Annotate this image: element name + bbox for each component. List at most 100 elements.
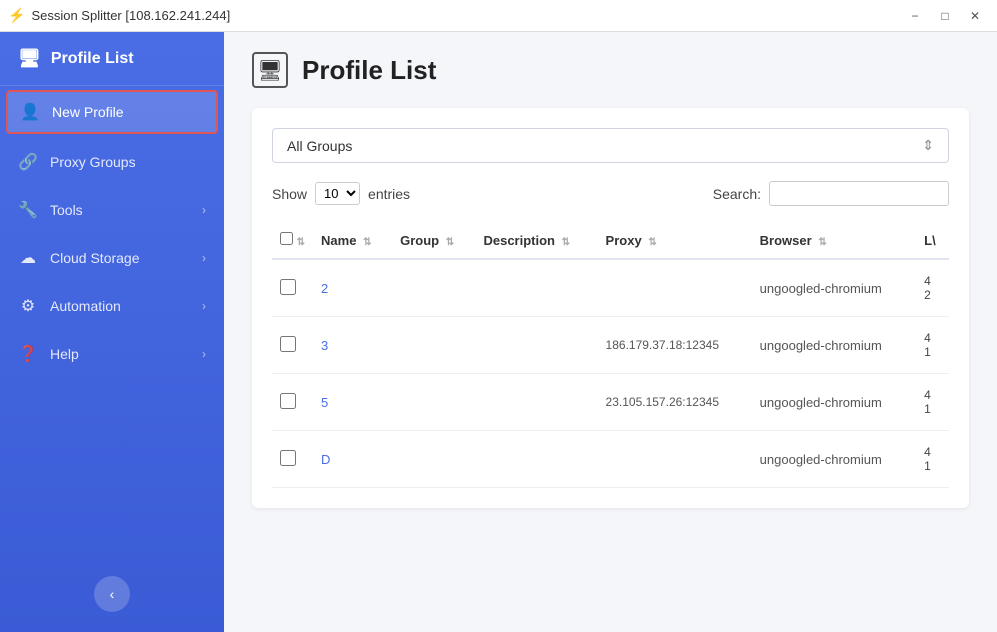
sidebar-item-tools[interactable]: 🔧 Tools › xyxy=(0,186,224,234)
col-description-label: Description xyxy=(483,233,555,248)
main-content: 🖥 Profile List All Groups ⇕ Show 10 25 5… xyxy=(224,32,997,632)
sidebar-item-tools-label: Tools xyxy=(50,202,83,218)
collapse-icon: ‹ xyxy=(110,586,115,602)
sidebar-title-label: Profile List xyxy=(51,50,134,68)
row-last: 4 1 xyxy=(916,431,949,488)
search-input[interactable] xyxy=(769,181,949,206)
th-last: L\ xyxy=(916,222,949,259)
row-group xyxy=(392,259,475,317)
row-description xyxy=(475,317,597,374)
row-name[interactable]: 5 xyxy=(313,374,392,431)
sidebar-title: 🖥 Profile List xyxy=(0,32,224,86)
sort-icon: ⇅ xyxy=(297,237,305,248)
sidebar-item-proxy-groups[interactable]: 🔗 Proxy Groups xyxy=(0,138,224,186)
sidebar-item-help[interactable]: ❓ Help › xyxy=(0,330,224,378)
sidebar-item-new-profile-label: New Profile xyxy=(52,104,124,120)
row-checkbox[interactable] xyxy=(280,279,296,295)
th-group: Group ⇅ xyxy=(392,222,475,259)
sidebar-title-icon: 🖥 xyxy=(18,48,41,69)
th-description: Description ⇅ xyxy=(475,222,597,259)
sidebar-item-help-label: Help xyxy=(50,346,79,362)
col-proxy-label: Proxy xyxy=(606,233,642,248)
row-checkbox[interactable] xyxy=(280,393,296,409)
row-name[interactable]: 2 xyxy=(313,259,392,317)
sidebar-item-new-profile[interactable]: 👤 New Profile xyxy=(6,90,218,134)
sidebar-item-cloud-storage-label: Cloud Storage xyxy=(50,250,140,266)
app-body: 🖥 Profile List 👤 New Profile 🔗 Proxy Gro… xyxy=(0,32,997,632)
group-select-arrow-icon: ⇕ xyxy=(922,137,934,154)
entries-select[interactable]: 10 25 50 xyxy=(315,182,360,205)
row-checkbox-cell xyxy=(272,431,313,488)
page-header: 🖥 Profile List xyxy=(252,52,969,88)
sidebar-item-cloud-storage[interactable]: ☁ Cloud Storage › xyxy=(0,234,224,282)
sidebar-item-automation[interactable]: ⚙ Automation › xyxy=(0,282,224,330)
row-browser: ungoogled-chromium xyxy=(752,317,916,374)
row-description xyxy=(475,374,597,431)
th-proxy: Proxy ⇅ xyxy=(598,222,752,259)
show-label: Show xyxy=(272,186,307,202)
select-all-checkbox[interactable] xyxy=(280,232,293,245)
search-box: Search: xyxy=(713,181,949,206)
th-checkbox: ⇅ xyxy=(272,222,313,259)
table-row: 3 186.179.37.18:12345 ungoogled-chromium… xyxy=(272,317,949,374)
th-browser: Browser ⇅ xyxy=(752,222,916,259)
table-header-row: ⇅ Name ⇅ Group ⇅ Description ⇅ xyxy=(272,222,949,259)
name-sort-icon: ⇅ xyxy=(363,237,371,248)
row-checkbox-cell xyxy=(272,374,313,431)
help-icon: ❓ xyxy=(18,344,38,364)
row-proxy: 23.105.157.26:12345 xyxy=(598,374,752,431)
row-description xyxy=(475,259,597,317)
maximize-button[interactable]: □ xyxy=(931,5,959,27)
table-row: D ungoogled-chromium 4 1 xyxy=(272,431,949,488)
show-entries: Show 10 25 50 entries xyxy=(272,182,410,205)
window-controls: − □ ✕ xyxy=(901,5,989,27)
titlebar: ⚡ Session Splitter [108.162.241.244] − □… xyxy=(0,0,997,32)
row-browser: ungoogled-chromium xyxy=(752,259,916,317)
group-select-value: All Groups xyxy=(287,138,352,154)
sidebar-collapse-button[interactable]: ‹ xyxy=(94,576,130,612)
th-name: Name ⇅ xyxy=(313,222,392,259)
browser-sort-icon: ⇅ xyxy=(818,237,826,248)
minimize-button[interactable]: − xyxy=(901,5,929,27)
row-last: 4 1 xyxy=(916,374,949,431)
row-group xyxy=(392,317,475,374)
proxy-sort-icon: ⇅ xyxy=(648,237,656,248)
titlebar-title: Session Splitter [108.162.241.244] xyxy=(31,8,230,23)
proxy-groups-icon: 🔗 xyxy=(18,152,38,172)
tools-icon: 🔧 xyxy=(18,200,38,220)
sidebar-item-proxy-groups-label: Proxy Groups xyxy=(50,154,136,170)
app-icon: ⚡ xyxy=(8,7,25,24)
col-name-label: Name xyxy=(321,233,356,248)
description-sort-icon: ⇅ xyxy=(562,237,570,248)
col-browser-label: Browser xyxy=(760,233,812,248)
row-group xyxy=(392,431,475,488)
monitor-icon: 🖥 xyxy=(257,58,282,83)
sidebar-item-automation-label: Automation xyxy=(50,298,121,314)
page-title: Profile List xyxy=(302,55,436,86)
user-icon: 👤 xyxy=(20,102,40,122)
table-row: 2 ungoogled-chromium 4 2 xyxy=(272,259,949,317)
row-browser: ungoogled-chromium xyxy=(752,431,916,488)
row-checkbox[interactable] xyxy=(280,450,296,466)
row-browser: ungoogled-chromium xyxy=(752,374,916,431)
table-row: 5 23.105.157.26:12345 ungoogled-chromium… xyxy=(272,374,949,431)
col-group-label: Group xyxy=(400,233,439,248)
entries-label: entries xyxy=(368,186,410,202)
row-proxy xyxy=(598,259,752,317)
group-sort-icon: ⇅ xyxy=(446,237,454,248)
controls-row: Show 10 25 50 entries Search: xyxy=(272,181,949,206)
row-checkbox-cell xyxy=(272,259,313,317)
group-select[interactable]: All Groups ⇕ xyxy=(272,128,949,163)
row-description xyxy=(475,431,597,488)
close-button[interactable]: ✕ xyxy=(961,5,989,27)
sidebar: 🖥 Profile List 👤 New Profile 🔗 Proxy Gro… xyxy=(0,32,224,632)
row-group xyxy=(392,374,475,431)
row-last: 4 1 xyxy=(916,317,949,374)
row-name[interactable]: 3 xyxy=(313,317,392,374)
row-checkbox[interactable] xyxy=(280,336,296,352)
row-checkbox-cell xyxy=(272,317,313,374)
cloud-chevron-icon: › xyxy=(202,251,206,265)
automation-chevron-icon: › xyxy=(202,299,206,313)
row-proxy xyxy=(598,431,752,488)
row-name[interactable]: D xyxy=(313,431,392,488)
